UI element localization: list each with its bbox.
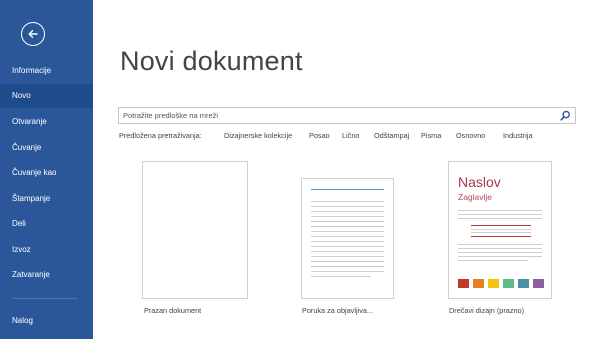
back-arrow-icon xyxy=(28,30,38,38)
suggested-link-personal[interactable]: Lično xyxy=(342,131,359,140)
main-panel: Novi dokument Predložena pretraživanja: … xyxy=(93,0,594,339)
template-thumbnail[interactable] xyxy=(142,161,248,299)
suggested-link-business[interactable]: Posao xyxy=(309,131,330,140)
template-blank[interactable]: Prazan dokument xyxy=(142,161,250,321)
backstage-sidebar: Informacije Novo Otvaranje Čuvanje Čuvan… xyxy=(0,0,93,339)
page-title: Novi dokument xyxy=(120,46,303,76)
template-bold-design[interactable]: Naslov Zaglavlje Drečavi dizajn (prazno) xyxy=(448,161,554,321)
nav-separator xyxy=(12,298,78,299)
nav-item-open[interactable]: Otvaranje xyxy=(0,110,93,134)
template-thumbnail[interactable] xyxy=(301,178,394,299)
suggested-link-design[interactable]: Dizajnerske kolekcije xyxy=(224,131,292,140)
template-search-box[interactable] xyxy=(118,107,576,124)
nav-item-save[interactable]: Čuvanje xyxy=(0,136,93,160)
search-input[interactable] xyxy=(123,108,553,123)
nav-item-save-as[interactable]: Čuvanje kao xyxy=(0,161,93,185)
suggested-link-basic[interactable]: Osnovno xyxy=(456,131,485,140)
color-swatch xyxy=(458,279,469,288)
search-icon[interactable] xyxy=(560,110,571,121)
nav-item-account[interactable]: Nalog xyxy=(0,309,93,333)
nav-item-export[interactable]: Izvoz xyxy=(0,238,93,262)
suggested-link-letters[interactable]: Pisma xyxy=(421,131,441,140)
nav-item-info[interactable]: Informacije xyxy=(0,59,93,83)
color-swatch xyxy=(473,279,484,288)
template-label: Poruka za objavljiva... xyxy=(302,306,373,315)
color-swatch xyxy=(533,279,544,288)
template-heading: Naslov xyxy=(458,174,501,190)
template-blog-post[interactable]: Poruka za objavljiva... xyxy=(301,178,396,321)
color-swatch xyxy=(503,279,514,288)
suggested-label: Predložena pretraživanja: xyxy=(119,131,202,140)
template-subheading: Zaglavlje xyxy=(458,192,493,202)
color-swatch xyxy=(488,279,499,288)
nav-item-share[interactable]: Deli xyxy=(0,212,93,236)
template-label: Prazan dokument xyxy=(144,306,202,315)
nav-item-close[interactable]: Zatvaranje xyxy=(0,263,93,287)
nav-item-print[interactable]: Štampanje xyxy=(0,187,93,211)
back-button[interactable] xyxy=(21,22,45,46)
suggested-link-print[interactable]: Odštampaj xyxy=(374,131,409,140)
suggested-link-industry[interactable]: Industrija xyxy=(503,131,533,140)
template-label: Drečavi dizajn (prazno) xyxy=(449,306,525,315)
template-thumbnail[interactable]: Naslov Zaglavlje xyxy=(448,161,552,299)
nav-item-new[interactable]: Novo xyxy=(0,84,93,108)
color-swatch xyxy=(518,279,529,288)
